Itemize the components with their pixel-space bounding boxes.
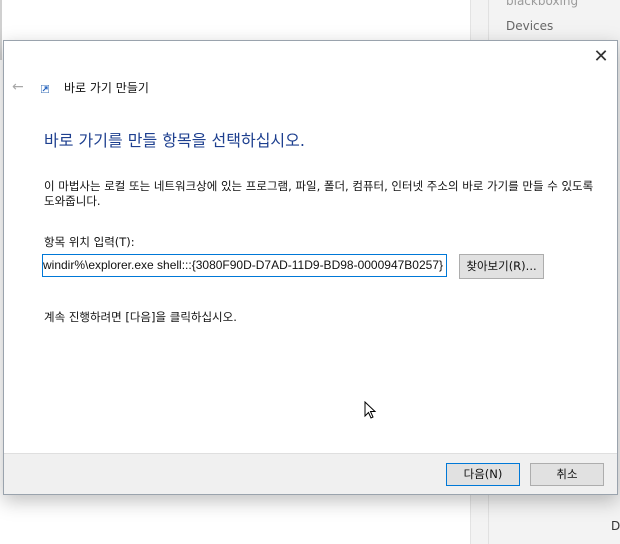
background-window-edge <box>0 0 2 60</box>
background-edge-letter: D <box>611 519 620 533</box>
description-text: 이 마법사는 로컬 또는 네트워크상에 있는 프로그램, 파일, 폴더, 컴퓨터… <box>44 179 594 208</box>
dialog-footer: 다음(N) 취소 <box>4 453 617 494</box>
continue-instruction: 계속 진행하려면 [다음]을 클릭하십시오. <box>44 310 237 324</box>
location-label: 항목 위치 입력(T): <box>44 235 135 249</box>
background-nav-item[interactable]: Devices <box>506 19 553 33</box>
background-nav-item: blackboxing <box>506 0 579 8</box>
create-shortcut-dialog: ✕ ← 바로 가기 만들기 바로 가기를 만들 항목을 선택하십시오. 이 마법… <box>3 40 618 495</box>
back-arrow-icon: ← <box>12 79 24 95</box>
dialog-title: 바로 가기 만들기 <box>64 81 149 95</box>
next-button[interactable]: 다음(N) <box>446 463 520 486</box>
cancel-button[interactable]: 취소 <box>530 463 604 486</box>
close-icon: ✕ <box>593 46 609 67</box>
mouse-cursor-icon <box>364 401 377 419</box>
close-button[interactable]: ✕ <box>591 47 611 67</box>
browse-button[interactable]: 찾아보기(R)... <box>459 254 544 279</box>
back-button[interactable]: ← <box>12 79 24 95</box>
shortcut-icon <box>41 85 49 93</box>
location-input-value: %windir%\explorer.exe shell:::{3080F90D-… <box>42 258 443 272</box>
location-input[interactable]: %windir%\explorer.exe shell:::{3080F90D-… <box>42 254 447 277</box>
main-instruction: 바로 가기를 만들 항목을 선택하십시오. <box>44 131 305 150</box>
